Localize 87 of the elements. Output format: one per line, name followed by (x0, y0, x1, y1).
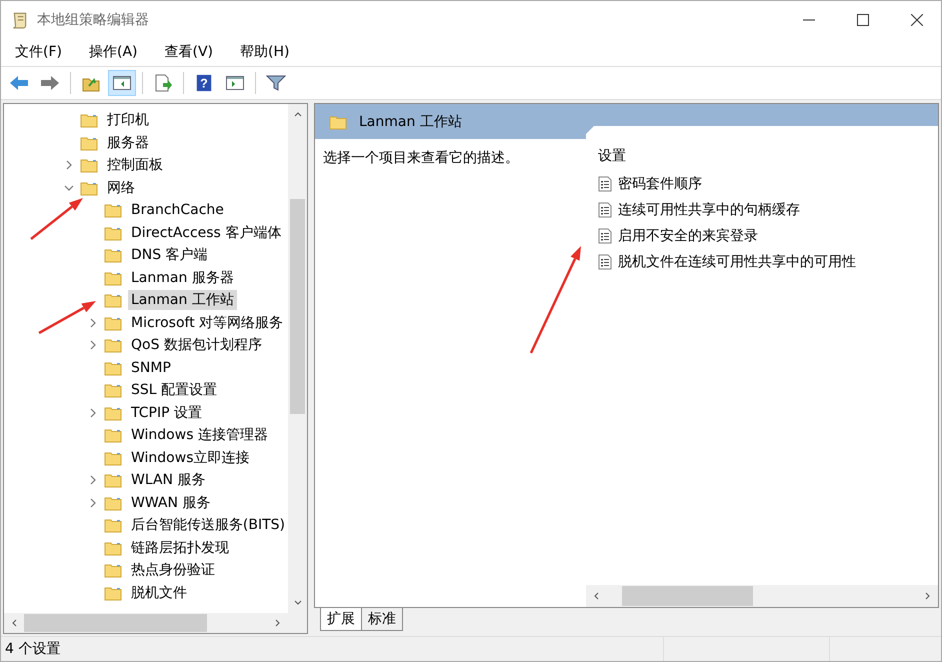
tree-item[interactable]: Lanman 工作站 (128, 290, 237, 310)
tree-item[interactable]: WWAN 服务 (128, 492, 214, 513)
tree-item[interactable]: QoS 数据包计划程序 (128, 335, 265, 356)
folder-icon (104, 292, 122, 308)
window-icon (112, 74, 132, 92)
tree-item[interactable]: Microsoft 对等网络服务 (128, 312, 286, 333)
menu-item[interactable]: 帮助(H) (232, 43, 298, 61)
maximize-icon[interactable] (857, 14, 869, 26)
policy-setting[interactable]: 密码套件顺序 (618, 175, 702, 193)
tree-item[interactable]: SSL 配置设置 (128, 380, 220, 400)
folder-icon (104, 472, 122, 488)
tree-item[interactable]: BranchCache (128, 200, 227, 220)
tree-item[interactable]: TCPIP 设置 (128, 402, 205, 423)
folder-icon (104, 494, 122, 511)
policy-icon (598, 254, 612, 270)
folder-icon (104, 224, 122, 241)
view-tab[interactable]: 标准 (361, 608, 403, 631)
folder-icon (104, 584, 122, 601)
expand-chevron-icon[interactable] (64, 160, 74, 170)
window-icon (225, 74, 245, 92)
menu-item[interactable]: 操作(A) (80, 43, 146, 61)
filter-icon (266, 74, 286, 92)
tree-item[interactable]: Lanman 服务器 (128, 268, 237, 288)
folder-icon (80, 134, 98, 151)
policy-setting[interactable]: 连续可用性共享中的句柄缓存 (618, 201, 800, 219)
folder-icon (329, 114, 347, 130)
tree-item[interactable]: Windows立即连接 (128, 448, 252, 468)
folder-icon (104, 202, 122, 218)
back-arrow-icon (9, 74, 29, 92)
menu-item[interactable]: 查看(V) (156, 43, 222, 61)
tree-item[interactable]: 服务器 (104, 132, 152, 153)
details-title: Lanman 工作站 (359, 112, 462, 130)
tree-item[interactable]: 链路层拓扑发现 (128, 538, 232, 558)
annotation-arrow (30, 198, 83, 240)
folder-icon (104, 270, 122, 286)
expand-chevron-icon[interactable] (88, 498, 98, 508)
policy-setting[interactable]: 启用不安全的来宾登录 (618, 227, 758, 245)
description-text: 选择一个项目来查看它的描述。 (323, 150, 519, 166)
folder-icon (104, 540, 122, 556)
help-button[interactable]: ? (190, 70, 218, 96)
folder-icon (104, 337, 122, 354)
tree-item[interactable]: SNMP (128, 358, 174, 378)
folder-icon (104, 517, 122, 534)
tree-item[interactable]: 打印机 (104, 110, 152, 130)
tree-item[interactable]: DirectAccess 客户端体 (128, 222, 284, 243)
status-text: 4 个设置 (4, 640, 62, 658)
forward-arrow-icon (40, 74, 60, 92)
tree-item[interactable]: 热点身份验证 (128, 560, 218, 580)
menu-item[interactable]: 文件(F) (7, 43, 70, 61)
folder-icon (104, 314, 122, 331)
export-icon (153, 74, 173, 92)
help-icon: ? (194, 74, 214, 92)
tree-item[interactable]: 后台智能传送服务(BITS) (128, 515, 288, 536)
tree-item[interactable]: WLAN 服务 (128, 470, 208, 490)
tree-item[interactable]: 控制面板 (104, 155, 166, 176)
policy-setting[interactable]: 脱机文件在连续可用性共享中的可用性 (618, 253, 856, 271)
expand-chevron-icon[interactable] (88, 340, 98, 350)
view-tab[interactable]: 扩展 (320, 608, 362, 631)
expand-chevron-icon[interactable] (88, 318, 98, 328)
tree-item[interactable]: DNS 客户端 (128, 245, 211, 266)
folder-icon (104, 360, 122, 376)
folder-icon (80, 157, 98, 174)
folder-icon (104, 247, 122, 264)
folder-icon (104, 404, 122, 421)
folder-icon (104, 427, 122, 444)
close-icon[interactable] (911, 14, 923, 26)
policy-icon (598, 202, 612, 218)
policy-icon (598, 176, 612, 192)
tree-item[interactable]: Windows 连接管理器 (128, 425, 271, 446)
collapse-chevron-icon[interactable] (64, 182, 74, 193)
folder-icon (80, 112, 98, 128)
column-header[interactable]: 设置 (598, 147, 626, 165)
window-title: 本地组策略编辑器 (37, 10, 149, 28)
folder-icon (104, 450, 122, 466)
show-tree-button[interactable] (108, 70, 136, 96)
tree-item[interactable]: 网络 (104, 178, 138, 198)
expand-chevron-icon[interactable] (88, 408, 98, 418)
policy-icon (598, 228, 612, 244)
folder-icon (80, 180, 98, 196)
expand-chevron-icon[interactable] (88, 475, 98, 486)
folder-icon (104, 562, 122, 578)
horizontal-scrollbar[interactable] (586, 585, 938, 607)
tree-item[interactable]: 脱机文件 (128, 582, 190, 603)
folder-icon (104, 382, 122, 398)
vertical-scrollbar[interactable] (288, 104, 307, 613)
annotation-arrow (38, 301, 96, 334)
scroll-icon (11, 10, 29, 28)
